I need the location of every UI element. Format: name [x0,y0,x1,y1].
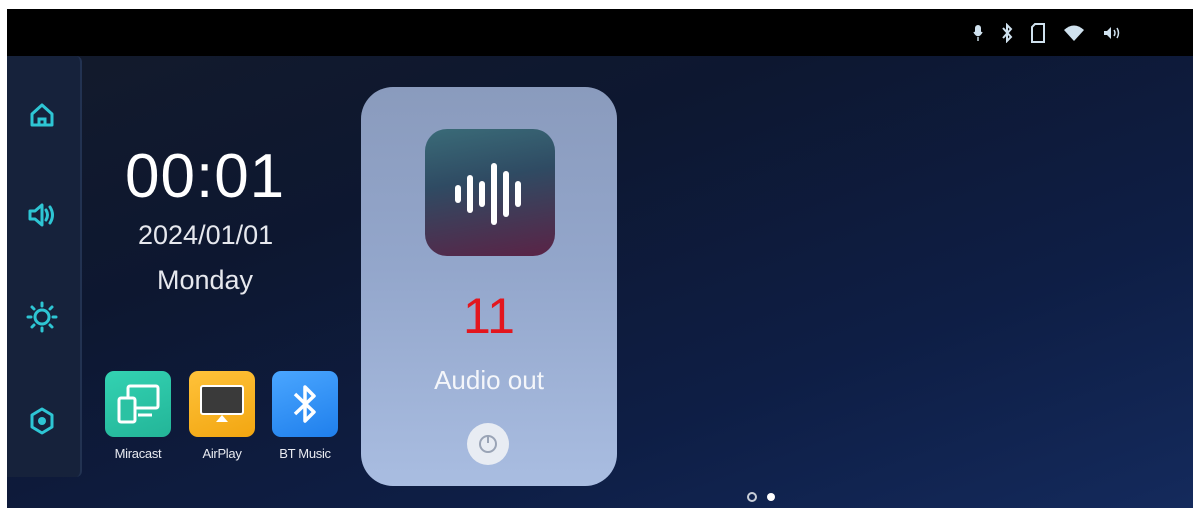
sd-card-icon [1031,23,1045,43]
airplay-label: AirPlay [202,446,242,461]
brightness-button[interactable] [25,300,59,334]
settings-button[interactable] [25,404,59,438]
volume-icon [1103,26,1121,40]
wifi-icon [1063,24,1085,42]
airplay-icon [200,385,244,422]
mic-icon [973,24,983,42]
audio-out-value: 11 [463,288,515,344]
sidebar [7,56,82,477]
bt-music-label: BT Music [279,446,331,461]
power-icon [479,435,497,453]
audio-out-label: Audio out [434,365,544,395]
bluetooth-icon [1001,23,1013,43]
page-dot-1[interactable] [747,492,757,502]
home-icon [30,103,54,127]
miracast-app[interactable] [105,371,171,437]
miracast-icon [117,384,160,424]
audio-out-card[interactable]: 11 Audio out [361,87,617,486]
audio-waveform-icon [425,129,555,256]
settings-icon [30,407,54,435]
status-bar [7,9,1193,56]
airplay-app[interactable] [189,371,255,437]
volume-icon [28,203,54,227]
page-indicator [747,492,775,502]
page-dot-2[interactable] [767,493,775,501]
home-screen: 00:01 2024/01/01 Monday Miracast AirPlay… [7,9,1193,508]
volume-button[interactable] [25,198,59,232]
clock-time: 00:01 [125,142,286,211]
bt-music-app[interactable] [272,371,338,437]
bluetooth-icon [293,385,316,423]
status-icons [973,23,1121,43]
clock-date: 2024/01/01 [138,220,274,250]
miracast-label: Miracast [114,446,162,461]
clock-day: Monday [157,265,254,295]
home-button[interactable] [25,98,59,132]
audio-out-toggle-button[interactable] [467,423,509,465]
brightness-icon [26,301,58,333]
